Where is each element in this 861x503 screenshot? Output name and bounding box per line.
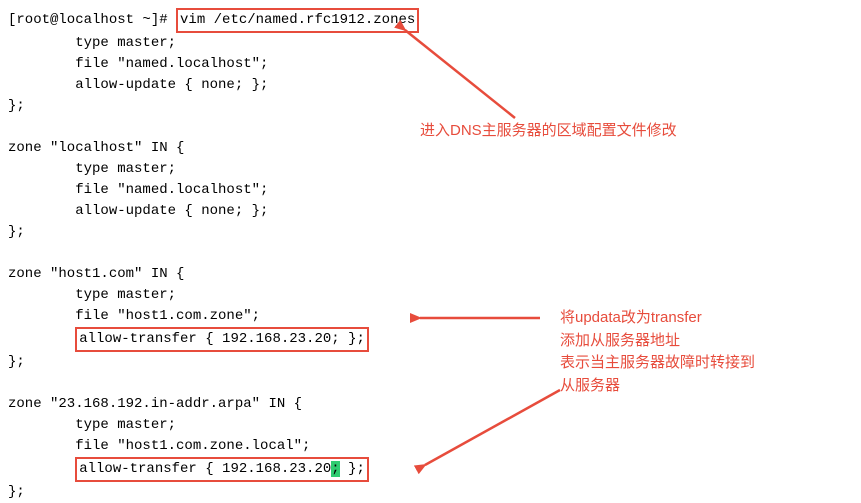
code-line: zone "23.168.192.in-addr.arpa" IN { [8,396,302,412]
code-line: }; [8,224,25,240]
allow-transfer-highlight-1: allow-transfer { 192.168.23.20; }; [75,327,369,352]
arrow-2 [410,308,550,336]
code-line: file "named.localhost"; [8,182,268,198]
code-line: file "host1.com.zone"; [8,308,260,324]
cursor-char: ; [331,461,339,477]
code-line: }; [8,484,25,500]
annotation-text-line: 表示当主服务器故障时转接到 [560,352,755,375]
code-line-prefix: allow-transfer { 192.168.23.20 [79,461,331,477]
code-line: type master; [8,417,176,433]
annotation-2: 将updata改为transfer 添加从服务器地址 表示当主服务器故障时转接到… [560,307,755,397]
code-line: type master; [8,35,176,51]
code-line: allow-transfer { 192.168.23.20; }; [79,331,365,347]
allow-transfer-highlight-2: allow-transfer { 192.168.23.20; }; [75,457,369,482]
annotation-text: 进入DNS主服务器的区域配置文件修改 [420,122,677,139]
arrow-1 [385,18,535,136]
code-line: zone "host1.com" IN { [8,266,184,282]
code-line: type master; [8,161,176,177]
annotation-text-line: 添加从服务器地址 [560,330,755,353]
code-line: }; [8,354,25,370]
code-line: type master; [8,287,176,303]
command-highlight: vim /etc/named.rfc1912.zones [176,8,419,33]
annotation-text-line: 将updata改为transfer [560,307,755,330]
code-line-suffix: }; [340,461,365,477]
code-line: file "host1.com.zone.local"; [8,438,310,454]
code-line: file "named.localhost"; [8,56,268,72]
code-line: allow-update { none; }; [8,203,268,219]
annotation-text-line: 从服务器 [560,375,755,398]
annotation-1: 进入DNS主服务器的区域配置文件修改 [420,120,677,143]
code-line: zone "localhost" IN { [8,140,184,156]
command-text: vim /etc/named.rfc1912.zones [180,12,415,28]
code-line: allow-update { none; }; [8,77,268,93]
shell-prompt: [root@localhost ~]# [8,12,176,28]
arrow-3 [410,380,570,488]
code-line: }; [8,98,25,114]
